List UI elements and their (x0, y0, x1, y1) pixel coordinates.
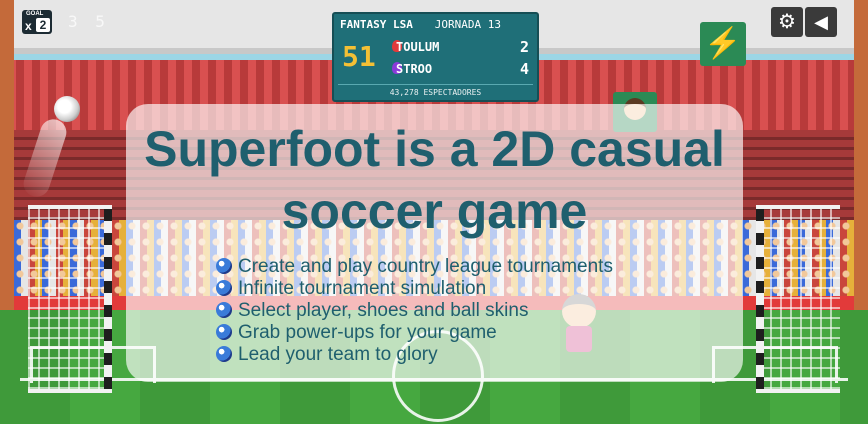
home-team-name: TOULUM (396, 40, 440, 54)
gear-icon: ⚙ (778, 11, 796, 33)
left-goal-post (104, 205, 112, 389)
soccer-ball-icon (216, 280, 232, 296)
multiplier-prefix: x (25, 19, 32, 33)
soccer-ball-icon (216, 324, 232, 340)
lightning-icon: ⚡ (704, 27, 742, 60)
feature-item: Select player, shoes and ball skins (216, 300, 613, 322)
feature-text: Grab power-ups for your game (238, 322, 497, 343)
settings-button[interactable]: ⚙ (771, 7, 803, 37)
away-team-name: STROO (396, 62, 433, 76)
match-timer: 3 5 (68, 12, 109, 31)
home-team-score: 2 (519, 38, 529, 56)
right-goal-net (756, 205, 840, 393)
feature-item: Lead your team to glory (216, 344, 613, 366)
right-goal-post (756, 205, 764, 389)
powerup-button[interactable]: ⚡ (700, 22, 746, 66)
speaker-icon: ◀ (814, 12, 828, 32)
feature-text: Create and play country league tournamen… (238, 256, 613, 277)
promo-overlay: Superfoot is a 2D casual soccer game Cre… (126, 104, 743, 382)
multiplier-value: 2 (36, 18, 50, 32)
match-clock: 51 (342, 40, 376, 73)
league-name: FANTASY LSA (340, 18, 413, 31)
spectator-count: 43,278 ESPECTADORES (389, 88, 482, 97)
feature-text: Lead your team to glory (238, 344, 438, 365)
feature-text: Infinite tournament simulation (238, 278, 487, 299)
feature-item: Infinite tournament simulation (216, 278, 613, 300)
round-label: JORNADA 13 (434, 18, 501, 31)
sound-button[interactable]: ◀ (805, 7, 837, 37)
soccer-ball-icon (216, 346, 232, 362)
soccer-ball-icon (216, 302, 232, 318)
feature-text: Select player, shoes and ball skins (238, 300, 529, 321)
left-goal-net (28, 205, 112, 393)
goal-multiplier-badge: GOAL x 2 (22, 10, 52, 34)
soccer-ball-icon (216, 258, 232, 274)
scoreboard: FANTASY LSA JORNADA 13 51 TOULUM 2 STROO… (332, 12, 539, 102)
feature-item: Grab power-ups for your game (216, 322, 613, 344)
feature-list: Create and play country league tournamen… (216, 256, 613, 366)
scoreboard-divider (338, 84, 533, 85)
goal-label: GOAL (26, 11, 44, 17)
away-team-score: 4 (519, 60, 529, 78)
promo-headline: Superfoot is a 2D casual soccer game (144, 121, 725, 239)
soccer-ball (54, 96, 80, 122)
feature-item: Create and play country league tournamen… (216, 256, 613, 278)
